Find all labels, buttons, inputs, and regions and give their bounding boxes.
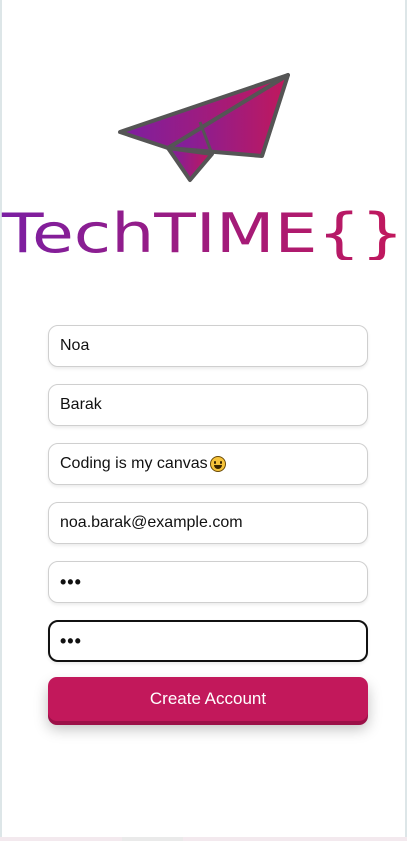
first-name-input[interactable] bbox=[48, 325, 368, 367]
bio-input[interactable]: Coding is my canvas bbox=[48, 443, 368, 485]
bio-text: Coding is my canvas bbox=[60, 455, 208, 472]
create-account-button[interactable]: Create Account bbox=[48, 677, 368, 721]
signup-form: Coding is my canvas bbox=[48, 325, 368, 679]
brand-wordmark: TechTIME{} bbox=[1, 202, 404, 260]
smiling-face-icon bbox=[209, 456, 226, 472]
last-name-input[interactable] bbox=[48, 384, 368, 426]
bottom-divider bbox=[0, 837, 407, 841]
brand-logo: TechTIME{} bbox=[0, 70, 407, 260]
password-input[interactable] bbox=[48, 561, 368, 603]
email-input[interactable] bbox=[48, 502, 368, 544]
paper-plane-icon bbox=[118, 73, 290, 182]
confirm-password-input[interactable] bbox=[48, 620, 368, 662]
